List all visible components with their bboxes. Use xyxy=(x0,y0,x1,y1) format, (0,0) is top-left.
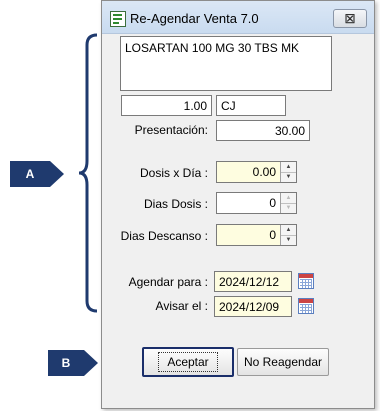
dias-descanso-spinner[interactable]: ▲ ▼ xyxy=(280,225,296,245)
quantity-field[interactable]: 1.00 xyxy=(121,95,212,116)
callout-b: B xyxy=(48,350,84,376)
unit-field[interactable]: CJ xyxy=(216,95,286,116)
avisar-el-label: Avisar el : xyxy=(155,299,208,313)
presentacion-value: 30.00 xyxy=(274,123,305,138)
dosis-x-dia-label: Dosis x Día : xyxy=(139,166,208,180)
reagendar-dialog: Re-Agendar Venta 7.0 ☒ LOSARTAN 100 MG 3… xyxy=(101,0,375,409)
callout-b-arrow xyxy=(84,350,98,376)
dias-descanso-value: 0 xyxy=(269,228,276,242)
calendar-icon[interactable] xyxy=(298,298,314,314)
product-description-text: LOSARTAN 100 MG 30 TBS MK xyxy=(125,41,300,55)
app-icon xyxy=(110,11,126,27)
presentacion-field[interactable]: 30.00 xyxy=(216,120,310,141)
callout-a-label: A xyxy=(25,167,35,181)
product-description[interactable]: LOSARTAN 100 MG 30 TBS MK xyxy=(120,36,332,91)
avisar-el-field[interactable]: 2024/12/09 xyxy=(214,296,292,317)
accept-button-label: Aceptar xyxy=(158,352,218,372)
title-bar: Re-Agendar Venta 7.0 ☒ xyxy=(102,1,374,34)
accept-button[interactable]: Aceptar xyxy=(142,347,234,377)
spinner-up-icon[interactable]: ▲ xyxy=(281,162,296,173)
dias-dosis-label: Dias Dosis : xyxy=(143,197,208,211)
unit-value: CJ xyxy=(221,98,236,113)
dosis-x-dia-value: 0.00 xyxy=(252,165,276,179)
spinner-up-icon[interactable]: ▲ xyxy=(281,193,296,204)
agendar-para-field[interactable]: 2024/12/12 xyxy=(214,271,292,292)
close-icon: ☒ xyxy=(344,11,356,26)
avisar-el-value: 2024/12/09 xyxy=(219,299,280,314)
no-reschedule-button[interactable]: No Reagendar xyxy=(237,348,329,376)
spinner-up-icon[interactable]: ▲ xyxy=(281,225,296,236)
close-button[interactable]: ☒ xyxy=(333,9,367,28)
spinner-down-icon[interactable]: ▼ xyxy=(281,236,296,246)
callout-a: A xyxy=(10,161,50,187)
dias-dosis-value: 0 xyxy=(269,196,276,210)
spinner-down-icon[interactable]: ▼ xyxy=(281,173,296,183)
agendar-para-value: 2024/12/12 xyxy=(219,274,280,289)
window-title: Re-Agendar Venta 7.0 xyxy=(130,11,259,26)
dias-dosis-spinner[interactable]: ▲ ▼ xyxy=(280,193,296,213)
no-reschedule-button-label: No Reagendar xyxy=(243,355,323,369)
section-bracket xyxy=(79,33,98,313)
agendar-para-label: Agendar para : xyxy=(128,275,208,289)
dosis-x-dia-spinner[interactable]: ▲ ▼ xyxy=(280,162,296,182)
quantity-value: 1.00 xyxy=(183,98,207,113)
callout-b-label: B xyxy=(61,356,71,370)
spinner-down-icon[interactable]: ▼ xyxy=(281,204,296,214)
presentacion-label: Presentación: xyxy=(134,123,208,137)
calendar-icon[interactable] xyxy=(298,273,314,289)
callout-a-arrow xyxy=(50,161,64,187)
dias-descanso-label: Dias Descanso : xyxy=(120,229,208,243)
